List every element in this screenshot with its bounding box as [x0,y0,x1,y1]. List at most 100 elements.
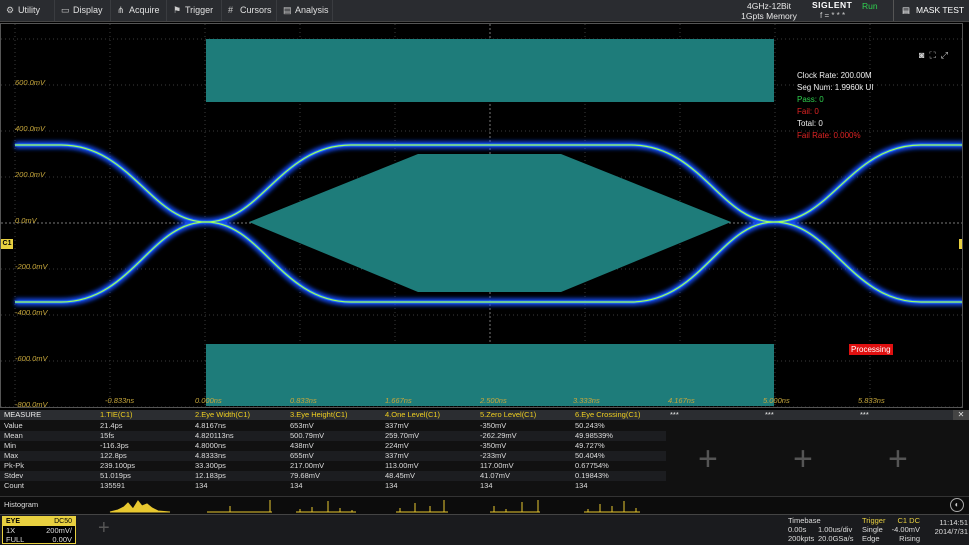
oscilloscope-screen: ⚙ Utility ▭ Display ⋔ Acquire ⚑ Trigger # Cur… [0,0,969,545]
y-axis-label: -800.0mV [15,400,48,408]
measure-value: -116.3ps [100,441,129,450]
x-axis-label: 3.333ns [573,396,600,405]
measure-value: -350mV [480,421,507,430]
histogram-zero-level [490,500,540,513]
add-measure-icon[interactable]: + [888,442,908,476]
measure-col-header[interactable]: 1.TIE(C1) [100,410,133,420]
measure-panel: MEASURE 1.TIE(C1) 2.Eye Width(C1) 3.Eye … [0,410,969,496]
histogram-toggle-icon[interactable]: ◐ [950,498,964,512]
measure-col-header[interactable]: 4.One Level(C1) [385,410,440,420]
measure-value: 33.300ps [195,461,226,470]
trigger-level: -4.00mV [891,525,920,534]
y-axis-label: 400.0mV [15,124,46,133]
measure-value: 337mV [385,421,409,430]
measure-value: 117.00mV [480,461,514,470]
y-axis-label: -200.0mV [15,262,48,271]
measure-row: Max 122.8ps 4.8333ns 655mV 337mV -233mV 50.404… [0,451,666,461]
trigger-level-marker[interactable] [959,239,962,249]
measure-col-header[interactable]: 6.Eye Crossing(C1) [575,410,640,420]
trigger-slope: Rising [899,534,920,543]
measure-col-header[interactable]: 5.Zero Level(C1) [480,410,536,420]
x-axis-label: -0.833ns [105,396,135,405]
x-axis-label: 1.667ns [385,396,412,405]
expand-icon[interactable]: ⤢ [941,50,953,60]
measure-value: 21.4ps [100,421,123,430]
timebase-box[interactable]: Timebase 0.00s 1.00us/div 200kpts 20.0GS… [786,516,860,544]
menu-analysis[interactable]: ▤ Analysis [277,0,333,21]
channel-c1-box[interactable]: EYE DC50 1X 200mV/ FULL 0.00V [2,516,76,544]
y-axis-label: 200.0mV [15,170,46,179]
measure-empty-slot[interactable]: *** [765,410,774,420]
add-measure-icon[interactable]: + [793,442,813,476]
histogram-one-level [396,500,448,513]
channel-mode: EYE DC50 [3,517,75,526]
mask-top-region [206,39,774,102]
measure-value: 134 [480,481,493,490]
histogram-eye-height [296,501,356,513]
measure-value: 4.8000ns [195,441,226,450]
add-measure-icon[interactable]: + [698,442,718,476]
measure-row: Mean 15fs 4.820113ns 500.79mV 259.70mV -262.2… [0,431,666,441]
menu-trigger[interactable]: ⚑ Trigger [167,0,222,21]
mask-center-region [249,154,731,292]
brand-logo: SIGLENT [812,0,853,10]
x-axis-label: 0.833ns [290,396,317,405]
measure-row-label: Max [4,451,19,460]
measure-row-label: Min [4,441,17,450]
measure-col-header[interactable]: 3.Eye Height(C1) [290,410,348,420]
status-bar: EYE DC50 1X 200mV/ FULL 0.00V + Timebase … [0,514,969,545]
camera-icon[interactable]: ◙ [919,50,929,60]
mask-test-stats: Clock Rate: 200.00M Seg Num: 1.9960k UI … [797,70,873,142]
trigger-type: Edge [862,534,880,543]
measure-value: 49.98539% [575,431,613,440]
timebase-delay: 0.00s [788,525,807,534]
measure-value: 0.67754% [575,461,609,470]
measure-value: 500.79mV [290,431,325,440]
measure-value: 41.07mV [480,471,511,480]
channel-coupling: DC50 [54,518,72,525]
menu-acquire[interactable]: ⋔ Acquire [111,0,167,21]
measure-value: 134 [385,481,398,490]
x-axis-label: 5.833ns [858,396,885,405]
measure-value: 51.019ps [100,471,131,480]
frequency-status: f = * * * [820,11,846,20]
measure-row: Min -116.3ps 4.8000ns 438mV 224mV -350mV 49.72… [0,441,666,451]
acquire-icon: ⋔ [117,5,125,15]
menu-utility[interactable]: ⚙ Utility [0,0,55,21]
measure-value: 239.100ps [100,461,136,470]
y-axis-label: -400.0mV [15,308,48,317]
channel-c1-marker[interactable]: C1 [1,239,13,249]
hw-bandwidth: 4GHz-12Bit [747,1,791,11]
add-channel-icon[interactable]: + [98,518,110,538]
display-icon: ▭ [61,5,70,15]
measure-row-label: Count [4,481,25,490]
run-status[interactable]: Run [862,1,878,11]
mask-test-button[interactable]: ▤ MASK TEST [893,0,969,21]
measure-empty-slot[interactable]: *** [670,410,679,420]
measure-col-header[interactable]: 2.Eye Width(C1) [195,410,250,420]
menu-cursors[interactable]: # Cursors [222,0,277,21]
fullscreen-icon[interactable]: ⛶ [929,50,940,60]
clock-time: 11:14:51 [939,518,968,527]
menu-display[interactable]: ▭ Display [55,0,111,21]
fail-rate: Fail Rate: 0.000% [797,131,861,140]
waveform-area[interactable]: 600.0mV 400.0mV 200.0mV 0.0mV -200.0mV -… [0,23,963,408]
measure-value: 134 [195,481,208,490]
cursors-icon: # [228,5,234,15]
total-count: Total: 0 [797,119,823,128]
measure-value: 50.404% [575,451,605,460]
clock-date: 2014/7/31 [934,527,968,536]
measure-row-label: Stdev [4,471,24,480]
timebase-points: 200kpts [788,534,815,543]
x-axis-label: 0.000ns [195,396,222,405]
analysis-icon: ▤ [283,5,292,15]
measure-value: 438mV [290,441,314,450]
channel-offset: 0.00V [52,535,72,544]
channel-scale: 200mV/ [46,526,72,535]
measure-empty-slot[interactable]: *** [860,410,869,420]
utility-icon: ⚙ [6,5,15,15]
trigger-box[interactable]: Trigger C1 DC Single -4.00mV Edge Rising [860,516,922,544]
close-icon[interactable]: ✕ [953,410,969,420]
measure-value: 50.243% [575,421,605,430]
y-axis-label: -600.0mV [15,354,48,363]
